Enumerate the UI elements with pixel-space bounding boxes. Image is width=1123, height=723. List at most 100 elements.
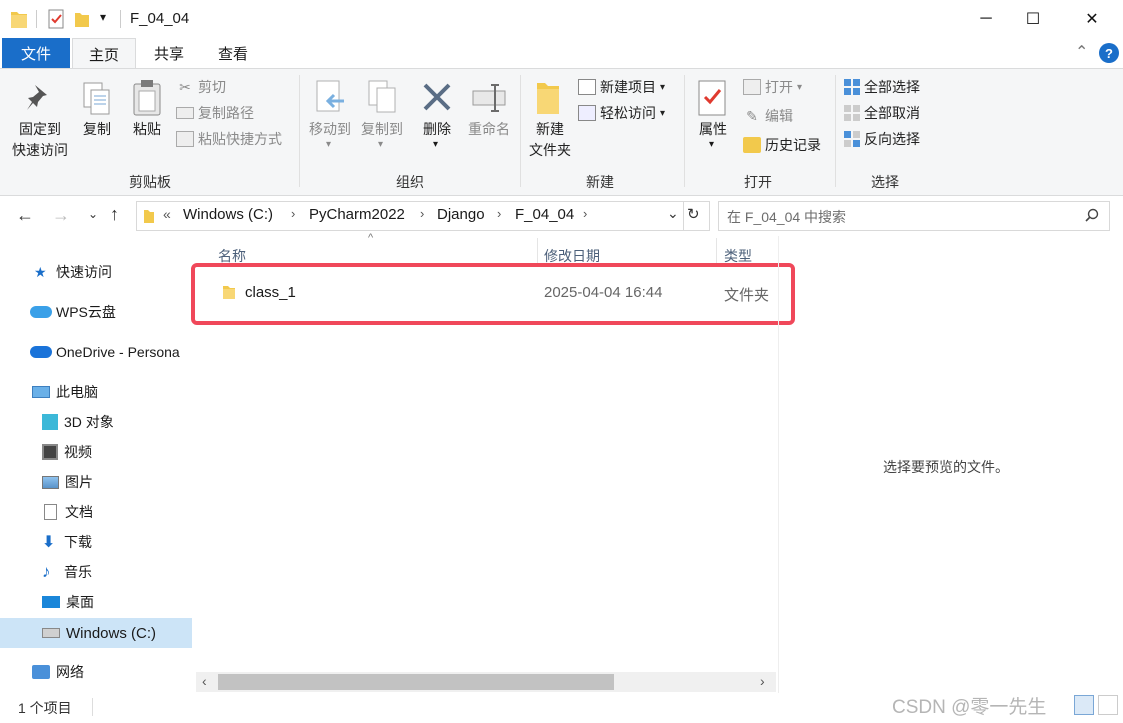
address-bar[interactable]: « Windows (C:) › PyCharm2022 › Django › … (136, 201, 710, 231)
breadcrumb-chevron-icon[interactable]: › (583, 206, 587, 221)
group-label-new: 新建 (586, 174, 614, 190)
breadcrumb-item[interactable]: Django (437, 206, 485, 223)
maximize-button[interactable]: ☐ (1010, 0, 1056, 38)
nav-label: 网络 (56, 664, 84, 680)
new-folder-button[interactable]: 新建 文件夹 (524, 77, 576, 167)
nav-label: WPS云盘 (56, 304, 116, 320)
status-divider (92, 698, 93, 716)
ribbon-tabs: 文件 主页 共享 查看 ⌃ ? (0, 38, 1123, 70)
new-item-button[interactable]: 新建项目 ▾ (578, 77, 665, 97)
copy-path-icon (176, 107, 194, 119)
scissors-icon: ✂ (179, 78, 191, 95)
cloud-icon (30, 306, 52, 318)
breadcrumb-item[interactable]: PyCharm2022 (309, 206, 405, 223)
nav-label: Windows (C:) (66, 624, 157, 642)
paste-shortcut-icon (176, 131, 194, 147)
tab-file[interactable]: 文件 (2, 38, 70, 68)
address-divider (683, 202, 684, 230)
nav-videos[interactable]: 视频 (0, 438, 192, 466)
easy-access-button[interactable]: 轻松访问 ▾ (578, 103, 665, 123)
group-divider (835, 75, 836, 187)
nav-pictures[interactable]: 图片 (0, 468, 192, 496)
copy-to-button[interactable]: 复制到 ▾ (356, 77, 408, 157)
paste-button[interactable]: 粘贴 (126, 77, 168, 147)
new-item-icon (578, 79, 596, 95)
history-button[interactable]: 历史记录 (743, 135, 821, 155)
delete-button[interactable]: 删除 ▾ (414, 77, 460, 157)
column-divider[interactable] (537, 238, 538, 264)
search-icon[interactable] (1085, 208, 1099, 225)
chevron-down-icon: ▾ (660, 107, 666, 119)
breadcrumb-chevron-icon[interactable]: › (420, 206, 424, 221)
copy-to-label: 复制到 (361, 121, 403, 137)
forward-arrow-icon[interactable]: → (52, 205, 70, 226)
tab-home[interactable]: 主页 (72, 38, 136, 70)
nav-downloads[interactable]: ⬇ 下载 (0, 528, 192, 556)
network-icon (32, 665, 50, 679)
details-view-icon[interactable] (1074, 695, 1094, 715)
nav-desktop[interactable]: 桌面 (0, 588, 192, 616)
large-icons-view-icon[interactable] (1098, 695, 1118, 715)
back-arrow-icon[interactable]: ← (16, 205, 34, 226)
invert-selection-button[interactable]: 反向选择 (844, 129, 920, 149)
nav-this-pc[interactable]: 此电脑 (0, 378, 192, 406)
copy-path-button[interactable]: 复制路径 (176, 103, 254, 123)
nav-quick-access[interactable]: ★ 快速访问 (0, 258, 192, 286)
breadcrumb-item[interactable]: F_04_04 (515, 206, 574, 223)
nav-onedrive[interactable]: OneDrive - Persona (0, 338, 192, 366)
up-arrow-icon[interactable]: ↑ (110, 204, 119, 225)
breadcrumb-item[interactable]: Windows (C:) (183, 206, 273, 223)
nav-windows-c[interactable]: Windows (C:) (0, 618, 192, 648)
paste-shortcut-button[interactable]: 粘贴快捷方式 (176, 129, 282, 149)
star-icon: ★ (34, 263, 47, 280)
breadcrumb-chevron-icon[interactable]: › (497, 206, 501, 221)
refresh-icon[interactable]: ↻ (687, 205, 700, 223)
select-all-button[interactable]: 全部选择 (844, 77, 920, 97)
new-folder-label-2: 文件夹 (529, 142, 571, 158)
horizontal-scrollbar[interactable]: ‹ › (196, 672, 776, 692)
scrollbar-thumb[interactable] (218, 674, 614, 690)
tab-view[interactable]: 查看 (204, 38, 262, 68)
paste-shortcut-label: 粘贴快捷方式 (198, 131, 282, 147)
address-dropdown-icon[interactable]: ⌄ (667, 205, 679, 222)
select-none-button[interactable]: 全部取消 (844, 103, 920, 123)
open-button[interactable]: 打开 ▾ (743, 77, 802, 97)
recent-locations-chevron-icon[interactable]: ⌄ (88, 207, 98, 221)
nav-3d-objects[interactable]: 3D 对象 (0, 408, 192, 436)
cut-button[interactable]: ✂ 剪切 (176, 77, 226, 97)
pin-label-1: 固定到 (19, 121, 61, 137)
nav-label: 桌面 (66, 594, 94, 610)
select-all-icon (844, 79, 860, 95)
rename-button[interactable]: 重命名 (462, 77, 516, 157)
nav-documents[interactable]: 文档 (0, 498, 192, 526)
collapse-ribbon-icon[interactable]: ⌃ (1075, 42, 1088, 62)
close-button[interactable]: ✕ (1069, 0, 1115, 38)
column-divider[interactable] (716, 238, 717, 264)
search-box[interactable]: 在 F_04_04 中搜索 (718, 201, 1110, 231)
tab-share[interactable]: 共享 (140, 38, 198, 68)
scroll-left-arrow-icon[interactable]: ‹ (202, 673, 207, 689)
new-folder-icon[interactable] (74, 9, 90, 32)
minimize-button[interactable]: ─ (963, 0, 1009, 38)
nav-label: OneDrive - Persona (56, 344, 180, 360)
move-to-button[interactable]: 移动到 ▾ (304, 77, 356, 157)
new-item-label: 新建项目 (600, 79, 656, 95)
help-icon[interactable]: ? (1099, 43, 1119, 63)
status-item-count: 1 个项目 (18, 700, 72, 716)
search-input[interactable]: 在 F_04_04 中搜索 (727, 207, 846, 227)
scroll-right-arrow-icon[interactable]: › (760, 673, 765, 689)
nav-wps-cloud[interactable]: WPS云盘 (0, 298, 192, 326)
breadcrumb-overflow[interactable]: « (163, 206, 171, 222)
breadcrumb-chevron-icon[interactable]: › (291, 206, 295, 221)
select-none-label: 全部取消 (864, 105, 920, 121)
pin-to-quick-access-button[interactable]: 固定到 快速访问 (6, 77, 74, 165)
highlight-box (191, 263, 795, 325)
qat-dropdown-icon[interactable]: ▾ (100, 10, 106, 24)
watermark: CSDN @零一先生 (892, 697, 1047, 718)
edit-button[interactable]: ✎ 编辑 (743, 106, 793, 126)
properties-icon[interactable] (47, 9, 65, 32)
copy-button[interactable]: 复制 (76, 77, 118, 147)
nav-network[interactable]: 网络 (0, 658, 192, 686)
nav-music[interactable]: ♪ 音乐 (0, 558, 192, 586)
properties-button[interactable]: 属性 ▾ (690, 77, 736, 157)
